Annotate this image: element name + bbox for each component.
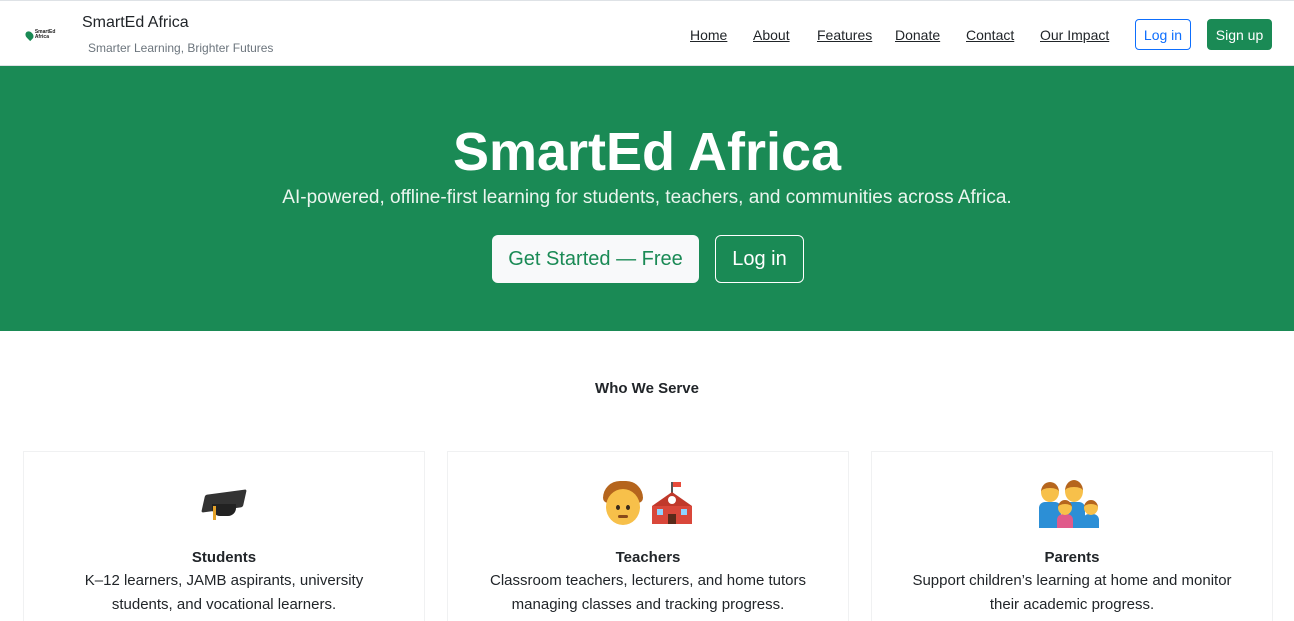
who-we-serve-heading: Who We Serve [595,380,699,397]
signup-button[interactable]: Sign up [1207,19,1272,50]
card-teachers: Teachers Classroom teachers, lecturers, … [447,451,849,621]
nav-link-home[interactable]: Home [690,27,727,43]
login-button[interactable]: Log in [1135,19,1191,50]
card-text: Classroom teachers, lecturers, and home … [490,572,806,613]
get-started-button[interactable]: Get Started — Free [492,235,699,283]
brand-tagline: Smarter Learning, Brighter Futures [88,41,274,55]
nav-link-our-impact[interactable]: Our Impact [1040,27,1109,43]
leaf-icon [23,29,35,41]
nav-link-about[interactable]: About [753,27,790,43]
card-students: Students K–12 learners, JAMB aspirants, … [23,451,425,621]
nav-link-contact[interactable]: Contact [966,27,1014,43]
card-title: Students [191,549,257,566]
brand-logo-text: SmartEd Africa [34,29,56,40]
hero-title: SmartEd Africa [452,122,842,182]
nav-link-features[interactable]: Features [817,27,872,43]
card-title: Teachers [615,549,681,566]
brand-logo[interactable]: SmartEd Africa [23,27,62,43]
card-text: Support children’s learning at home and … [912,572,1232,613]
family-icon [1037,480,1107,528]
brand-name[interactable]: SmartEd Africa [82,14,189,32]
school-icon [649,482,695,526]
top-navbar: SmartEd Africa SmartEd Africa Smarter Le… [0,0,1294,66]
card-title: Parents [1044,549,1100,566]
hero-subtitle: AI-powered, offline-first learning for s… [282,187,1012,208]
boy-face-icon [601,481,645,527]
graduation-cap-icon [201,484,247,524]
card-text: K–12 learners, JAMB aspirants, universit… [84,572,364,613]
card-parents: Parents Support children’s learning at h… [871,451,1273,621]
nav-link-donate[interactable]: Donate [895,27,940,43]
hero-login-button[interactable]: Log in [715,235,804,283]
hero-section: SmartEd Africa AI-powered, offline-first… [0,66,1294,331]
